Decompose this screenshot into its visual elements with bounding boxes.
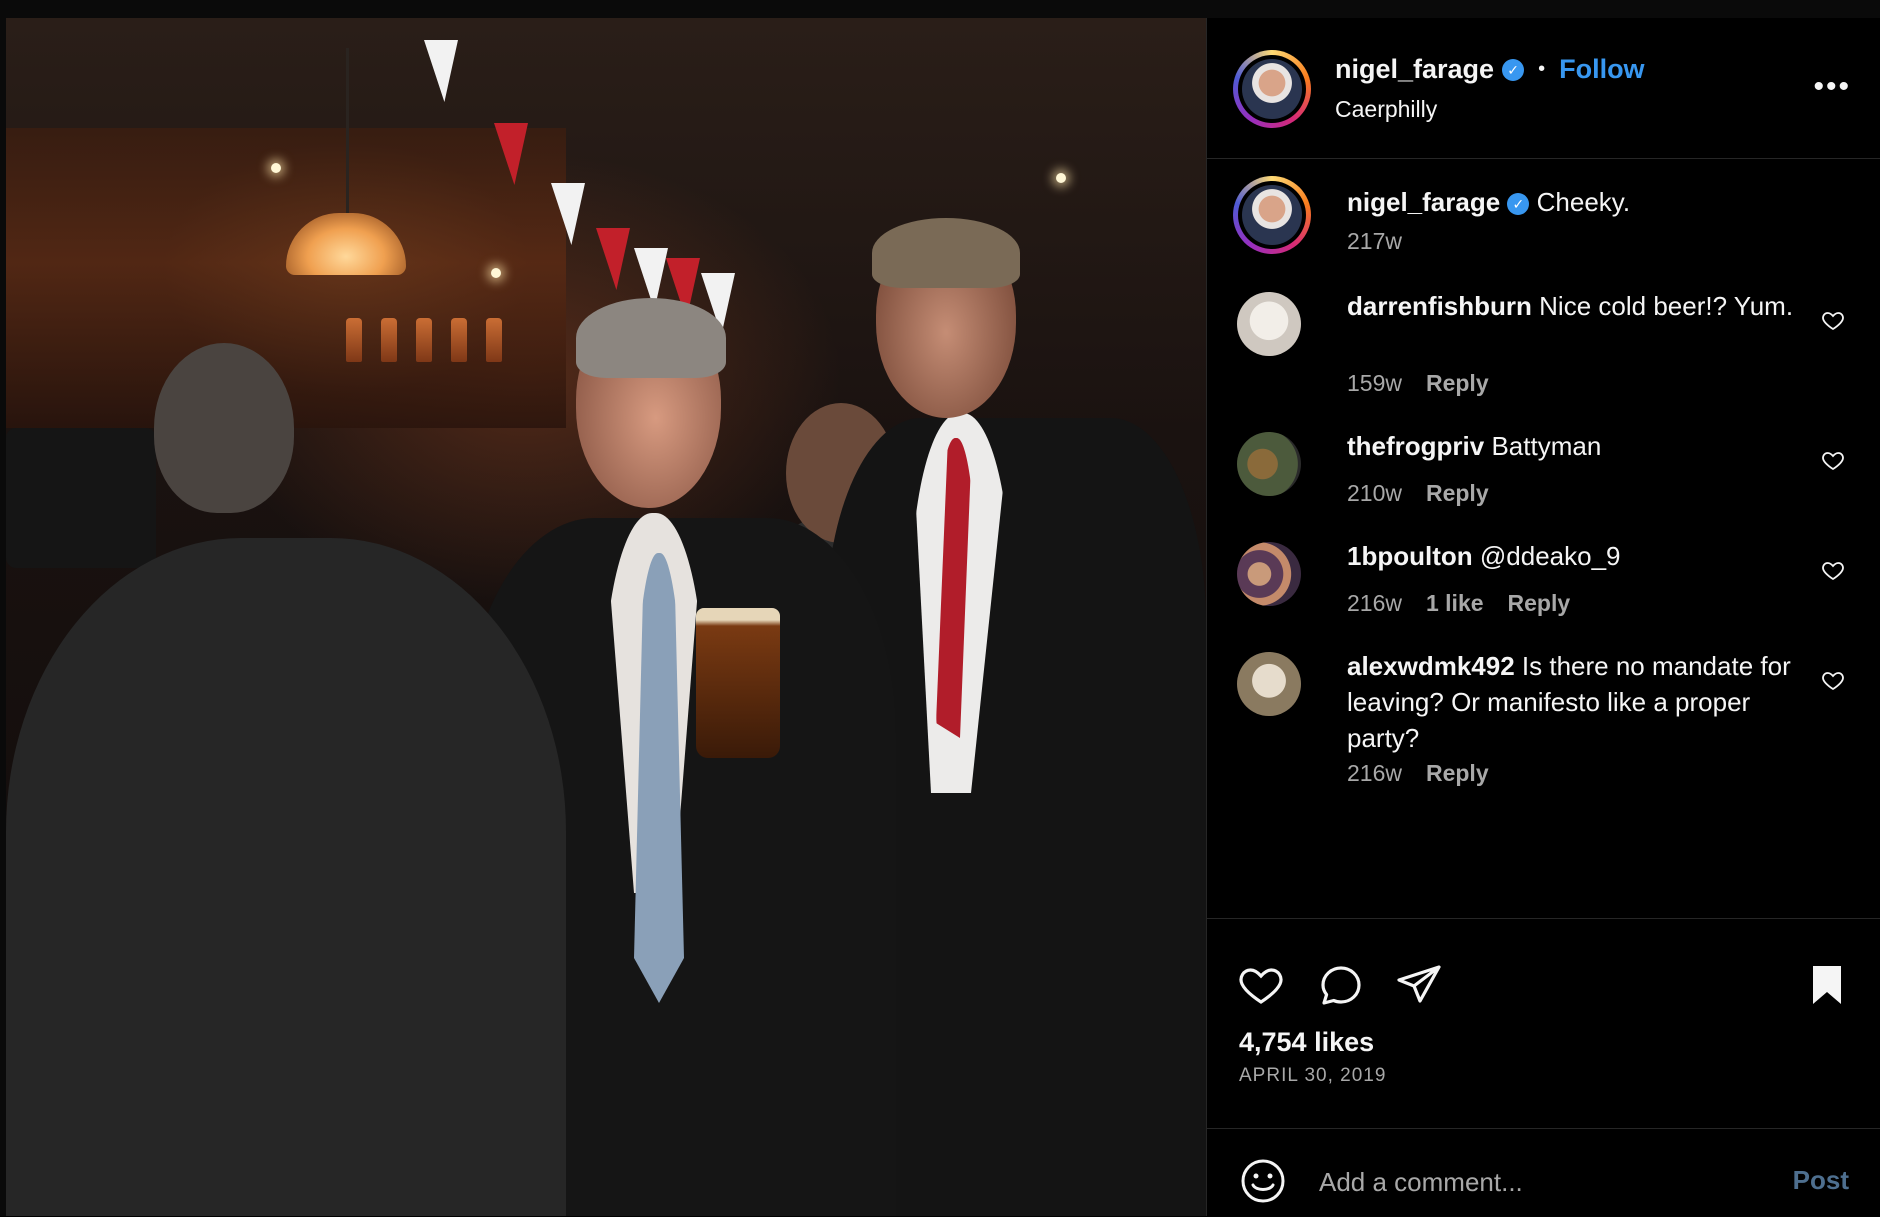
comment-item: alexwdmk492 Is there no mandate for leav… [1233,648,1853,798]
comment-text: Battyman [1491,431,1602,461]
bookmark-icon[interactable] [1803,961,1851,1009]
caption-username[interactable]: nigel_farage [1347,187,1500,217]
caption-age: 217w [1347,228,1402,254]
comment-age: 210w [1347,480,1402,506]
heart-icon[interactable] [1237,961,1285,1009]
verified-badge-icon: ✓ [1502,58,1525,81]
reply-button[interactable]: Reply [1426,370,1489,397]
comment-age: 216w [1347,590,1402,616]
instagram-post-modal: nigel_farage ✓ • Follow Caerphilly ••• n… [0,0,1880,1216]
post-photo[interactable] [6,18,1206,1216]
comment-likes[interactable]: 1 like [1426,590,1484,617]
comment-heart-icon[interactable] [1821,558,1845,582]
verified-badge-icon: ✓ [1507,193,1530,216]
author-username[interactable]: nigel_farage [1335,54,1494,85]
comment-username[interactable]: alexwdmk492 [1347,651,1515,681]
comment-item: 1bpoulton @ddeako_9 216w 1 like Reply [1233,538,1853,618]
bar-shelf [6,128,566,428]
add-comment-bar: Post [1207,1128,1880,1217]
comment-username[interactable]: 1bpoulton [1347,541,1473,571]
caption-text: Cheeky. [1536,187,1631,217]
post-date: APRIL 30, 2019 [1239,1065,1387,1086]
comment-heart-icon[interactable] [1821,448,1845,472]
comment-item: darrenfishburn Nice cold beer!? Yum. 159… [1233,288,1853,398]
paper-plane-icon[interactable] [1395,961,1443,1009]
comment-heart-icon[interactable] [1821,308,1845,332]
caption-avatar[interactable] [1233,176,1311,254]
comment-username[interactable]: darrenfishburn [1347,291,1532,321]
commenter-avatar[interactable] [1237,542,1301,606]
reply-button[interactable]: Reply [1508,590,1571,617]
comment-text: Nice cold beer!? Yum. [1539,291,1794,321]
more-options-icon[interactable]: ••• [1813,70,1851,104]
pint-glass [696,608,780,758]
comment-username[interactable]: thefrogpriv [1347,431,1484,461]
post-header: nigel_farage ✓ • Follow Caerphilly ••• [1207,18,1880,159]
comment-input[interactable] [1317,1159,1751,1205]
post-side-panel: nigel_farage ✓ • Follow Caerphilly ••• n… [1206,18,1880,1216]
post-actions: 4,754 likes APRIL 30, 2019 [1207,918,1880,1129]
comment-bubble-icon[interactable] [1317,961,1365,1009]
post-location[interactable]: Caerphilly [1335,96,1437,123]
follow-button[interactable]: Follow [1559,54,1644,85]
smiley-icon[interactable] [1239,1157,1287,1205]
comment-text: @ddeako_9 [1479,541,1621,571]
reply-button[interactable]: Reply [1426,480,1489,507]
post-caption: nigel_farage ✓ Cheeky. 217w [1233,176,1853,266]
separator-dot: • [1538,58,1546,80]
comment-item: thefrogpriv Battyman 210w Reply [1233,428,1853,508]
commenter-avatar[interactable] [1237,292,1301,356]
author-avatar[interactable] [1233,50,1311,128]
likes-count[interactable]: 4,754 likes [1239,1027,1374,1058]
comment-age: 159w [1347,370,1402,396]
author-row: nigel_farage ✓ • Follow [1335,54,1645,85]
commenter-avatar[interactable] [1237,652,1301,716]
comment-heart-icon[interactable] [1821,668,1845,692]
post-comment-button[interactable]: Post [1793,1165,1849,1196]
commenter-avatar[interactable] [1237,432,1301,496]
reply-button[interactable]: Reply [1426,760,1489,787]
comment-age: 216w [1347,760,1402,786]
comments-list[interactable]: nigel_farage ✓ Cheeky. 217w darrenfishbu… [1207,158,1880,918]
